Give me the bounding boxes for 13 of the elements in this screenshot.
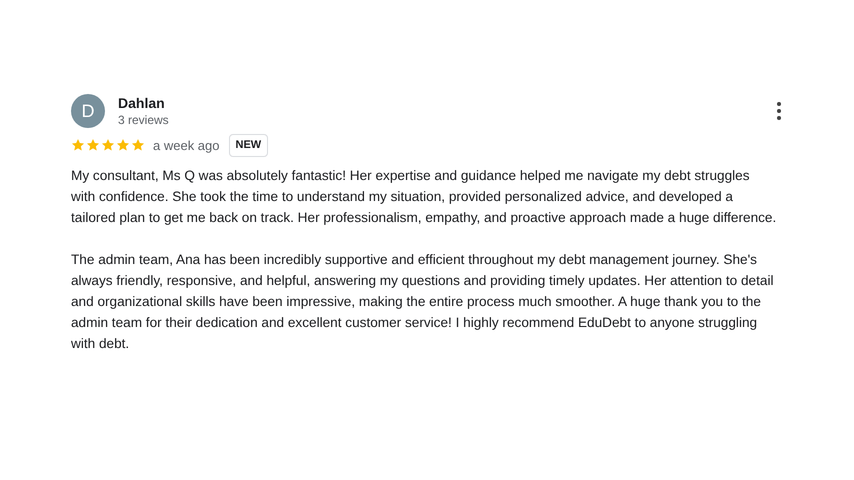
star-icon (86, 138, 100, 152)
star-icon (101, 138, 115, 152)
review-time: a week ago (153, 136, 220, 155)
new-badge: NEW (228, 134, 268, 156)
star-icon (71, 138, 85, 152)
review-paragraph: The admin team, Ana has been incredibly supportive and efficient throughout my debt management journey. She's always friendly, responsive, and helpful, answering my questions and providing timely updates. Her attention to detail and organizational skills have been impressive, making the entire process much smoother. A huge thank you to the admin team for their dedication and excellent customer service! I highly recommend EduDebt to anyone struggling with debt. (71, 250, 774, 352)
review-paragraph: My consultant, Ms Q was absolutely fantastic! Her expertise and guidance helped me navigate my debt struggles with confidence. She took the time to understand my situation, provided personalized advice, and developed a tailored plan to get me back on track. Her professionalism, empathy, and proactive approach made a huge difference. (71, 166, 777, 227)
review-count: 3 reviews (118, 112, 169, 128)
more-options-icon[interactable] (776, 102, 782, 120)
avatar: D (71, 94, 105, 128)
star-icon (131, 138, 145, 152)
star-icon (116, 138, 130, 152)
author-name[interactable]: Dahlan (118, 94, 169, 112)
